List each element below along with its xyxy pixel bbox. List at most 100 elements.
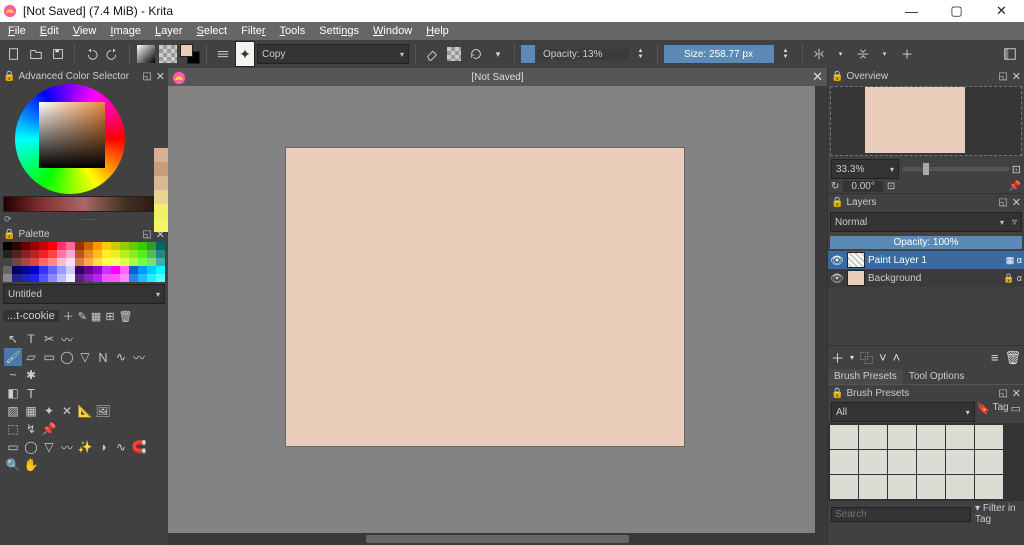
brush-preset-chooser[interactable]: ✦ bbox=[235, 44, 255, 64]
new-file-icon[interactable] bbox=[4, 44, 24, 64]
size-spinner[interactable]: ▲▼ bbox=[776, 44, 796, 64]
redo-icon[interactable] bbox=[103, 44, 123, 64]
lock-layer-icon[interactable]: 🔒 α bbox=[1003, 273, 1022, 284]
lock-icon[interactable]: 🔒 bbox=[831, 71, 843, 82]
mirror-v-icon[interactable] bbox=[853, 44, 873, 64]
reference-image-icon[interactable]: 🖼 bbox=[94, 402, 112, 420]
zoom-combo[interactable]: 33.3%▾ bbox=[831, 159, 899, 179]
float-docker-icon[interactable]: ◱ bbox=[998, 388, 1007, 399]
close-window-button[interactable]: ✕ bbox=[979, 0, 1024, 22]
menu-view[interactable]: View bbox=[69, 25, 101, 37]
value-bar[interactable] bbox=[3, 196, 165, 212]
palette-layer-combo[interactable]: Untitled bbox=[8, 289, 42, 300]
pattern-picker[interactable] bbox=[158, 44, 178, 64]
freehand-path-icon[interactable]: 〰 bbox=[58, 330, 76, 348]
reload-preset-arrow[interactable]: ▾ bbox=[488, 44, 508, 64]
visibility-icon[interactable]: 👁 bbox=[830, 254, 844, 267]
menu-tools[interactable]: Tools bbox=[276, 25, 310, 37]
layer-row[interactable]: 👁 Background 🔒 α bbox=[828, 269, 1024, 287]
zoom-tool-icon[interactable]: 🔍 bbox=[4, 456, 22, 474]
eraser-toggle-icon[interactable] bbox=[422, 44, 442, 64]
tab-brush-presets[interactable]: Brush Presets bbox=[828, 369, 903, 384]
measure-tool-icon[interactable]: 📐 bbox=[76, 402, 94, 420]
rect-tool-icon[interactable]: ▭ bbox=[40, 348, 58, 366]
float-docker-icon[interactable]: ◱ bbox=[142, 229, 151, 240]
opacity-spinner[interactable]: ▲▼ bbox=[631, 44, 651, 64]
tab-tool-options[interactable]: Tool Options bbox=[903, 369, 971, 384]
sel-poly-icon[interactable]: ▽ bbox=[40, 438, 58, 456]
lock-icon[interactable]: 🔒 bbox=[3, 229, 15, 240]
preset-search-input[interactable] bbox=[831, 507, 971, 522]
mirror-h-arrow[interactable]: ▾ bbox=[831, 44, 851, 64]
close-docker-icon[interactable]: ✕ bbox=[1012, 70, 1021, 83]
open-file-icon[interactable] bbox=[26, 44, 46, 64]
brush-size-bar[interactable]: Size: 258.77 px bbox=[664, 45, 774, 63]
edit-shapes-icon[interactable]: ◧ bbox=[4, 384, 22, 402]
vertical-scrollbar[interactable] bbox=[815, 86, 827, 533]
layer-properties-icon[interactable]: ≡ bbox=[991, 350, 999, 365]
rotate-reset-icon[interactable]: ⊡ bbox=[887, 181, 895, 192]
blend-mode-combo[interactable]: Copy▾ bbox=[257, 44, 409, 64]
palette-grid-icon[interactable]: ⊞ bbox=[105, 310, 114, 323]
history-icon[interactable]: ⟳ bbox=[4, 214, 12, 225]
palette-grid[interactable] bbox=[3, 242, 165, 282]
duplicate-layer-icon[interactable]: ⿻ bbox=[860, 348, 873, 367]
sel-rect-icon[interactable]: ▭ bbox=[4, 438, 22, 456]
deform-icon[interactable]: ↯ bbox=[22, 420, 40, 438]
brush-settings-icon[interactable] bbox=[213, 44, 233, 64]
polyline-tool-icon[interactable]: Ｎ bbox=[94, 348, 112, 366]
layer-row[interactable]: 👁 Paint Layer 1 ▦ α bbox=[828, 251, 1024, 269]
gradient-picker[interactable] bbox=[136, 44, 156, 64]
menu-select[interactable]: Select bbox=[193, 25, 232, 37]
text-tool-icon[interactable]: Ｔ bbox=[22, 384, 40, 402]
freehand-brush-icon[interactable]: 🖌 bbox=[4, 348, 22, 366]
document-tab[interactable]: [Not Saved] ✕ bbox=[168, 68, 827, 86]
freehand-line-icon[interactable]: 〰 bbox=[130, 348, 148, 366]
menu-file[interactable]: File bbox=[4, 25, 30, 37]
fg-bg-swatches[interactable] bbox=[180, 44, 200, 64]
zoom-slider[interactable] bbox=[902, 167, 1009, 171]
brush-preset-grid[interactable] bbox=[828, 423, 1024, 501]
menu-image[interactable]: Image bbox=[106, 25, 145, 37]
canvas-area[interactable] bbox=[168, 86, 827, 533]
bezier-tool-icon[interactable]: ∿ bbox=[112, 348, 130, 366]
delete-swatch-icon[interactable]: 🗑 bbox=[119, 310, 133, 323]
visibility-icon[interactable]: 👁 bbox=[830, 272, 844, 285]
tag-icon[interactable]: 🔖 bbox=[977, 402, 991, 422]
lock-icon[interactable]: 🔒 bbox=[3, 71, 15, 82]
mirror-v-arrow[interactable]: ▾ bbox=[875, 44, 895, 64]
workspace-chooser-icon[interactable] bbox=[1000, 44, 1020, 64]
overview-thumbnail[interactable] bbox=[830, 86, 1022, 156]
menu-settings[interactable]: Settings bbox=[315, 25, 363, 37]
edit-swatch-icon[interactable]: ✎ bbox=[78, 310, 87, 323]
rotation-field[interactable]: 0.00° bbox=[843, 181, 882, 192]
add-swatch-icon[interactable]: ＋ bbox=[63, 308, 74, 324]
preset-tag-filter[interactable]: All bbox=[836, 407, 847, 418]
close-tab-icon[interactable]: ✕ bbox=[812, 69, 823, 85]
storage-icon[interactable]: ▭ bbox=[1011, 402, 1021, 422]
close-docker-icon[interactable]: ✕ bbox=[156, 70, 165, 83]
sel-magnetic-icon[interactable]: 🧲 bbox=[130, 438, 148, 456]
opacity-label[interactable]: Opacity: 13% bbox=[543, 49, 602, 60]
rotate-icon[interactable]: ↻ bbox=[831, 181, 839, 192]
rect-select-icon[interactable]: ⬚ bbox=[4, 420, 22, 438]
add-layer-icon[interactable]: ＋ bbox=[831, 348, 844, 367]
maximize-button[interactable]: ▢ bbox=[934, 0, 979, 22]
sel-color-icon[interactable]: ◑ bbox=[94, 438, 112, 456]
lock-icon[interactable]: 🔒 bbox=[831, 388, 843, 399]
dynamic-brush-icon[interactable]: ~ bbox=[4, 366, 22, 384]
float-docker-icon[interactable]: ◱ bbox=[998, 197, 1007, 208]
palette-name-field[interactable]: ...t-cookie bbox=[3, 310, 59, 322]
close-docker-icon[interactable]: ✕ bbox=[1012, 387, 1021, 400]
minimize-button[interactable]: — bbox=[889, 0, 934, 22]
move-layer-up-icon[interactable]: ˄ bbox=[893, 350, 901, 365]
transform-tool-icon[interactable]: T bbox=[22, 330, 40, 348]
filter-in-tag-toggle[interactable]: ▾ Filter in Tag bbox=[975, 503, 1021, 525]
move-tool-icon[interactable]: ↖ bbox=[4, 330, 22, 348]
menu-edit[interactable]: Edit bbox=[36, 25, 63, 37]
ellipse-tool-icon[interactable]: ◯ bbox=[58, 348, 76, 366]
sel-free-icon[interactable]: 〰 bbox=[58, 438, 76, 456]
undo-icon[interactable] bbox=[81, 44, 101, 64]
line-tool-icon[interactable]: ▱ bbox=[22, 348, 40, 366]
wraparound-icon[interactable] bbox=[897, 44, 917, 64]
